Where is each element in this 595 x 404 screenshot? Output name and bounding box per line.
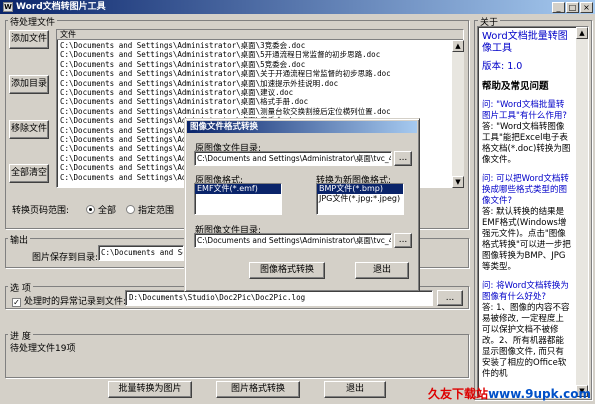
log-browse-button[interactable]: ... [437,290,463,306]
radio-selected-icon [86,205,95,214]
add-file-button[interactable]: 添加文件 [9,30,49,49]
about-panel[interactable]: Word文档批量转图像工具 版本: 1.0 帮助及常见问题 问: "Word文档… [477,26,589,398]
about-help-title: 帮助及常见问题 [482,81,549,92]
add-directory-button[interactable]: 添加目录 [9,75,49,94]
format-option[interactable]: BMP文件(*.bmp) [317,184,403,194]
save-dir-input[interactable]: C:\Documents and Settings\Administrator\… [98,245,184,261]
qa-answer: 答: "Word文档转图像工具"能把Excel电子表格文档(*.doc)转换为图… [482,122,571,165]
log-path-input[interactable]: D:\Documents\Studio\Doc2Pic\Doc2Pic.log [125,290,433,306]
qa-question: 问: 可以把Word文档转换成哪些格式类型的图像文件? [482,174,569,206]
dialog-convert-button[interactable]: 图像格式转换 [249,262,325,279]
scroll-down-icon[interactable]: ▼ [452,176,464,188]
log-checkbox[interactable]: ✓ 处理时的异常记录到文件: [12,294,126,307]
about-scrollbar[interactable]: ▲ ▼ [576,27,588,397]
range-all-label: 全部 [98,206,117,216]
new-format-list[interactable]: BMP文件(*.bmp) JPG文件(*.jpg;*.jpeg) [316,183,404,215]
minimize-button[interactable]: _ [552,2,565,13]
dialog-exit-button[interactable]: 退出 [355,262,409,279]
file-list-scrollbar[interactable]: ▲ ▼ [452,40,464,188]
file-row[interactable]: C:\Documents and Settings\Administrator\… [60,107,463,116]
app-icon: W [3,2,13,12]
page-range-label: 转换页码范围: [12,206,70,216]
qa-list: 问: "Word文档批量转图片工具"有什么作用? 答: "Word文档转图像工具"… [482,100,572,380]
range-all-radio[interactable]: 全部 [86,203,116,216]
file-row[interactable]: C:\Documents and Settings\Administrator\… [60,41,463,50]
new-dir-browse-button[interactable]: ... [394,233,412,248]
about-scroll-up-icon[interactable]: ▲ [576,27,588,39]
options-group-label: 选 项 [8,281,33,294]
range-specified-label: 指定范围 [138,206,175,216]
format-option[interactable]: EMF文件(*.emf) [195,184,281,194]
about-content: Word文档批量转图像工具 版本: 1.0 帮助及常见问题 问: "Word文档… [478,27,588,380]
orig-format-items: EMF文件(*.emf) [195,184,281,194]
save-dir-label: 图片保存到目录: [32,253,99,263]
new-format-items: BMP文件(*.bmp) JPG文件(*.jpg;*.jpeg) [317,184,403,204]
output-group-label: 输出 [8,233,31,246]
range-specified-radio[interactable]: 指定范围 [126,203,174,216]
maximize-button[interactable]: □ [566,2,579,13]
orig-dir-input[interactable]: C:\Documents and Settings\Administrator\… [194,151,392,166]
batch-convert-button[interactable]: 批量转换为图片 [108,381,192,398]
close-button[interactable]: × [580,2,593,13]
file-row[interactable]: C:\Documents and Settings\Administrator\… [60,97,463,106]
file-row[interactable]: C:\Documents and Settings\Administrator\… [60,50,463,59]
qa-question: 问: "Word文档批量转图片工具"有什么作用? [482,100,567,121]
about-version: 版本: 1.0 [482,61,523,72]
format-option[interactable]: JPG文件(*.jpg;*.jpeg) [317,194,403,204]
radio-icon [126,205,135,214]
progress-status: 待处理文件19项 [10,344,76,354]
format-convert-dialog: 图像文件格式转换 原图像文件目录: C:\Documents and Setti… [184,118,420,292]
file-row[interactable]: C:\Documents and Settings\Administrator\… [60,69,463,78]
checkmark-icon: ✓ [12,298,21,307]
scroll-up-icon[interactable]: ▲ [452,40,464,52]
image-format-convert-button[interactable]: 图片格式转换 [216,381,300,398]
dialog-title: 图像文件格式转换 [187,121,417,133]
about-app-name: Word文档批量转图像工具 [482,31,568,54]
file-row[interactable]: C:\Documents and Settings\Administrator\… [60,60,463,69]
pending-files-group-label: 待处理文件 [8,15,58,28]
qa-answer: 答: 1、图像的内容不容易被修改, 一定程度上可以保护文档不被修改。2、所有机器… [482,303,570,379]
remove-file-button[interactable]: 移除文件 [9,120,49,139]
qa-answer: 答: 默认转换的结果是EMF格式(Windows增强元文件)。点击"图像格式转换… [482,207,571,272]
file-list-header[interactable]: 文件 [57,30,463,40]
qa-question: 问: 将Word文档转换为图像有什么好处? [482,281,569,302]
clear-all-button[interactable]: 全部清空 [9,164,49,183]
new-dir-input[interactable]: C:\Documents and Settings\Administrator\… [194,233,392,248]
title-bar: W Word文档转图片工具 [0,0,595,14]
watermark: 久友下载站www.9upk.com [428,385,591,402]
log-checkbox-label: 处理时的异常记录到文件: [24,297,127,307]
watermark-url: www.9upk.com [488,387,591,401]
orig-dir-browse-button[interactable]: ... [394,151,412,166]
watermark-text: 久友下载站 [428,387,489,401]
exit-button[interactable]: 退出 [324,381,386,398]
window-title: Word文档转图片工具 [16,2,106,12]
file-row[interactable]: C:\Documents and Settings\Administrator\… [60,79,463,88]
orig-format-list[interactable]: EMF文件(*.emf) [194,183,282,215]
